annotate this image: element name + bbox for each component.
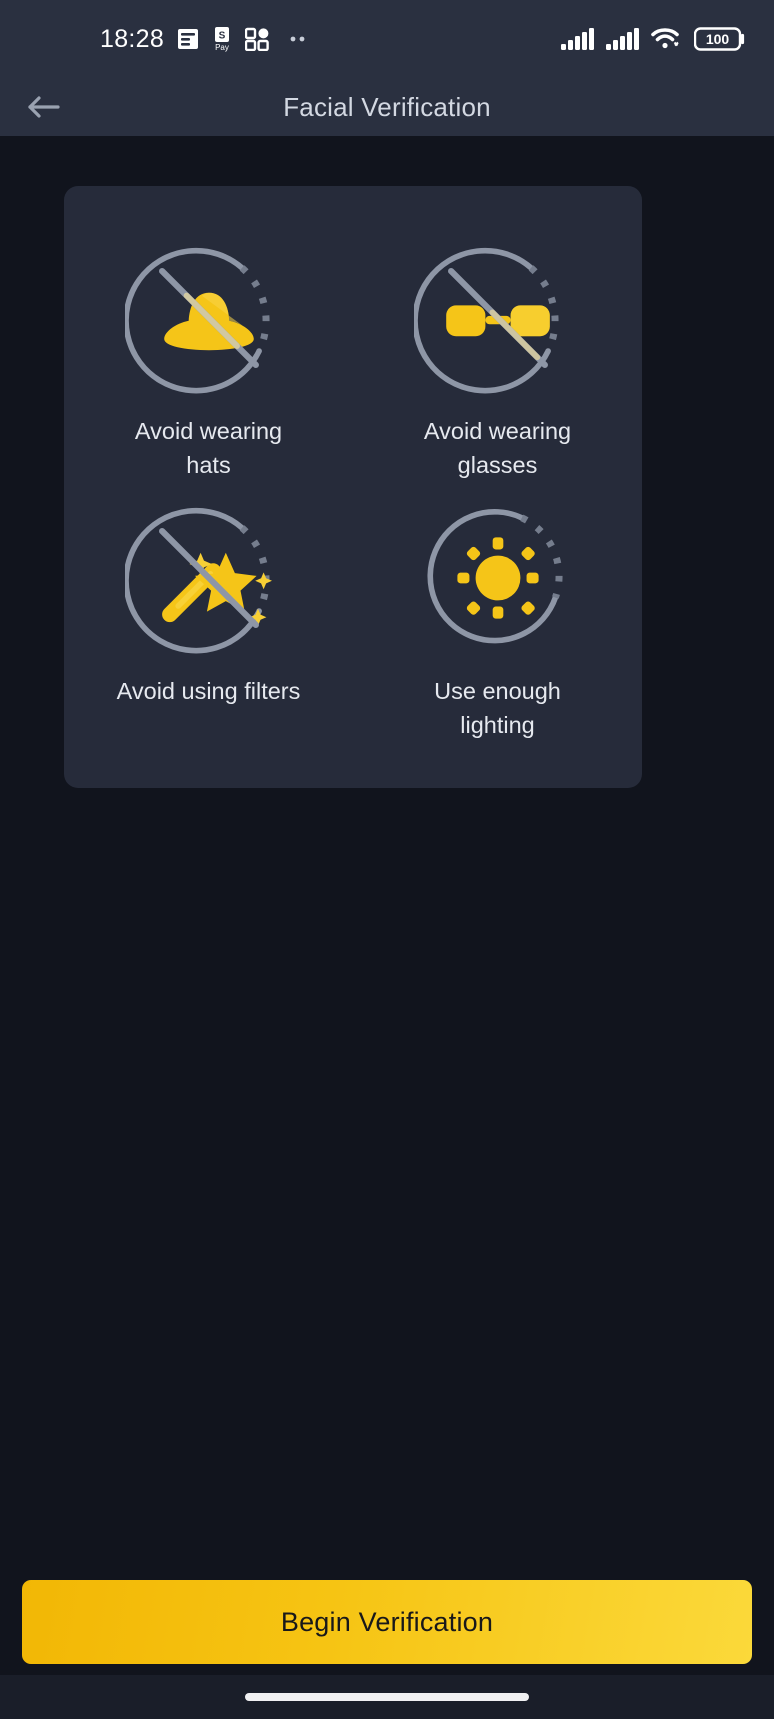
no-hat-icon: [124, 234, 293, 402]
footer: Begin Verification: [0, 1564, 774, 1719]
battery-level-text: 100: [706, 31, 730, 47]
page-title: Facial Verification: [283, 91, 491, 122]
phone-screen: 18:28 S Pay 100 Facial Verification Avoi…: [0, 0, 774, 1719]
svg-text:S: S: [219, 31, 226, 42]
tip-item: Avoid using filters: [64, 478, 353, 738]
more-dots-icon: [288, 34, 310, 44]
tip-label: Use enough lighting: [434, 678, 561, 738]
no-glasses-icon: [413, 234, 582, 402]
tip-label: Avoid using filters: [116, 678, 301, 704]
system-nav-strip: [0, 1675, 774, 1719]
news-feed-icon: [177, 27, 199, 51]
bright-sun-icon: [414, 494, 582, 662]
tip-label: Avoid wearing glasses: [423, 418, 572, 478]
status-bar-right: 100: [561, 26, 746, 52]
tip-item: Avoid wearing hats: [64, 218, 353, 478]
spay-icon: S Pay: [212, 26, 232, 52]
battery-icon: 100: [694, 26, 746, 52]
status-bar: 18:28 S Pay 100: [0, 0, 774, 78]
status-bar-left: 18:28 S Pay: [100, 25, 310, 54]
svg-text:Pay: Pay: [215, 43, 229, 52]
app-grid-icon: [245, 27, 269, 51]
signal-bars-sim2-icon: [606, 27, 640, 51]
wifi-icon: [651, 27, 683, 51]
no-filters-icon: [124, 494, 293, 662]
tips-card: Avoid wearing hats Avoid wearing glasses…: [64, 186, 642, 788]
back-button[interactable]: [14, 78, 72, 136]
tips-grid: Avoid wearing hats Avoid wearing glasses…: [64, 218, 642, 738]
arrow-left-icon: [26, 94, 60, 120]
content-area: Avoid wearing hats Avoid wearing glasses…: [0, 136, 774, 1719]
tip-label: Avoid wearing hats: [134, 418, 283, 478]
signal-bars-sim1-icon: [561, 27, 595, 51]
begin-verification-button[interactable]: Begin Verification: [22, 1580, 752, 1664]
tip-item: Avoid wearing glasses: [353, 218, 642, 478]
tip-item: Use enough lighting: [353, 478, 642, 738]
status-bar-clock: 18:28: [100, 24, 165, 53]
home-indicator[interactable]: [245, 1693, 529, 1701]
app-bar: Facial Verification: [0, 78, 774, 136]
